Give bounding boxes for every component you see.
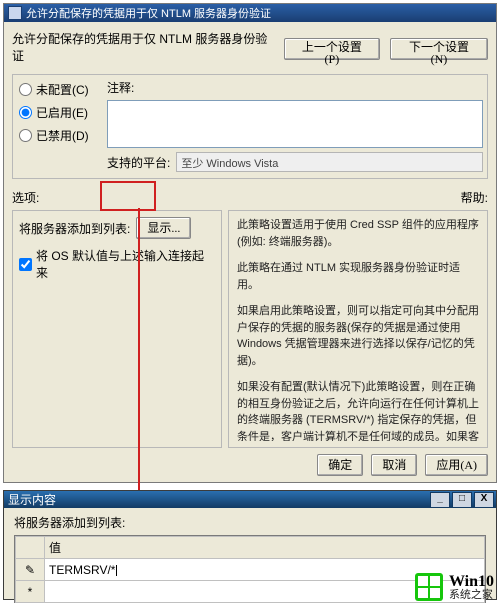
window-title: 允许分配保存的凭据用于仅 NTLM 服务器身份验证 xyxy=(26,5,271,21)
show-button[interactable]: 显示... xyxy=(136,217,191,239)
maximize-icon[interactable]: □ xyxy=(452,492,472,508)
window-system-icon xyxy=(8,6,22,20)
window-titlebar[interactable]: 允许分配保存的凭据用于仅 NTLM 服务器身份验证 xyxy=(4,4,496,22)
watermark: Win10 系统之家 xyxy=(415,573,494,601)
close-icon[interactable]: X xyxy=(474,492,494,508)
watermark-logo-icon xyxy=(415,573,443,601)
help-paragraph: 此策略在通过 NTLM 实现服务器身份验证时适用。 xyxy=(237,260,479,293)
cancel-button[interactable]: 取消 xyxy=(371,454,417,476)
radio-enabled[interactable]: 已启用(E) xyxy=(19,104,95,121)
grid-header-row: 值 xyxy=(16,537,485,559)
supported-platforms-value: 至少 Windows Vista xyxy=(176,152,483,172)
comment-label: 注释: xyxy=(107,79,483,96)
grid-corner-cell xyxy=(16,537,45,559)
add-servers-label: 将服务器添加到列表: xyxy=(19,220,130,237)
help-paragraph: 如果没有配置(默认情况下)此策略设置，则在正确的相互身份验证之后，允许向运行在任… xyxy=(237,379,479,441)
show-contents-list-label: 将服务器添加到列表: xyxy=(14,514,486,531)
help-paragraph: 此策略设置适用于使用 Cred SSP 组件的应用程序(例如: 终端服务器)。 xyxy=(237,217,479,250)
watermark-line2: 系统之家 xyxy=(449,590,494,601)
concat-defaults-checkbox[interactable] xyxy=(19,258,32,271)
help-text[interactable]: 此策略设置适用于使用 Cred SSP 组件的应用程序(例如: 终端服务器)。此… xyxy=(235,217,481,441)
ok-button[interactable]: 确定 xyxy=(317,454,363,476)
text-caret xyxy=(116,565,117,576)
grid-new-row-icon: * xyxy=(16,581,45,603)
options-section-label: 选项: xyxy=(12,189,39,206)
concat-defaults-label: 将 OS 默认值与上述输入连接起来 xyxy=(36,247,215,281)
annotation-arrow xyxy=(138,208,140,528)
options-pane: 将服务器添加到列表: 显示... 将 OS 默认值与上述输入连接起来 xyxy=(12,210,222,448)
help-pane: 此策略设置适用于使用 Cred SSP 组件的应用程序(例如: 终端服务器)。此… xyxy=(228,210,488,448)
grid-row-edit-icon: ✎ xyxy=(16,559,45,581)
concat-defaults-checkbox-row[interactable]: 将 OS 默认值与上述输入连接起来 xyxy=(19,247,215,281)
previous-setting-button[interactable]: 上一个设置(P) xyxy=(284,38,380,60)
grid-column-value[interactable]: 值 xyxy=(45,537,485,559)
help-section-label: 帮助: xyxy=(461,189,488,206)
watermark-line1: Win10 xyxy=(449,573,494,590)
minimize-icon[interactable]: _ xyxy=(430,492,450,508)
comment-textarea[interactable] xyxy=(107,100,483,148)
show-contents-title: 显示内容 xyxy=(8,491,56,508)
radio-enabled-input[interactable] xyxy=(19,106,32,119)
radio-not-configured-input[interactable] xyxy=(19,83,32,96)
apply-button[interactable]: 应用(A) xyxy=(425,454,488,476)
radio-disabled-input[interactable] xyxy=(19,129,32,142)
radio-not-configured[interactable]: 未配置(C) xyxy=(19,81,95,98)
configuration-group: 未配置(C) 已启用(E) 已禁用(D) 注释: 支持的平台: xyxy=(12,74,488,179)
help-paragraph: 如果启用此策略设置，则可以指定可向其中分配用户保存的凭据的服务器(保存的凭据是通… xyxy=(237,303,479,369)
policy-settings-window: 允许分配保存的凭据用于仅 NTLM 服务器身份验证 允许分配保存的凭据用于仅 N… xyxy=(3,3,497,483)
supported-platforms-label: 支持的平台: xyxy=(107,154,170,171)
next-setting-button[interactable]: 下一个设置(N) xyxy=(390,38,488,60)
show-contents-titlebar[interactable]: 显示内容 _ □ X xyxy=(4,491,496,508)
radio-disabled[interactable]: 已禁用(D) xyxy=(19,127,95,144)
policy-heading: 允许分配保存的凭据用于仅 NTLM 服务器身份验证 xyxy=(12,30,278,64)
